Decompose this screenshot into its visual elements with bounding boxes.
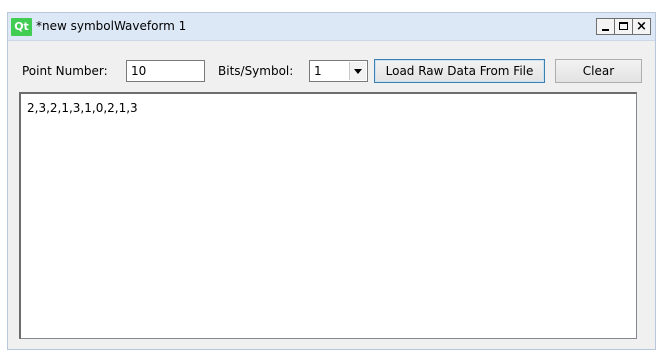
editor-content: 2,3,2,1,3,1,0,2,1,3 [27,101,138,115]
clear-button[interactable]: Clear [555,59,642,83]
window-controls: × [596,18,651,35]
bits-per-symbol-label: Bits/Symbol: [218,64,294,78]
load-raw-data-button[interactable]: Load Raw Data From File [374,59,545,83]
bits-per-symbol-select[interactable]: 1 [309,60,368,82]
close-icon[interactable]: × [632,18,651,35]
bits-per-symbol-value: 1 [314,64,322,78]
qt-logo-icon: Qt [11,18,32,36]
point-number-label: Point Number: [22,64,108,78]
maximize-icon[interactable] [614,18,633,35]
minimize-icon[interactable] [596,18,615,35]
window-title: *new symbolWaveform 1 [36,19,187,33]
title-bar[interactable]: Qt *new symbolWaveform 1 × [8,13,655,41]
symbol-data-editor[interactable]: 2,3,2,1,3,1,0,2,1,3 [19,92,637,339]
point-number-input[interactable] [126,60,205,82]
chevron-down-icon[interactable] [349,62,366,80]
